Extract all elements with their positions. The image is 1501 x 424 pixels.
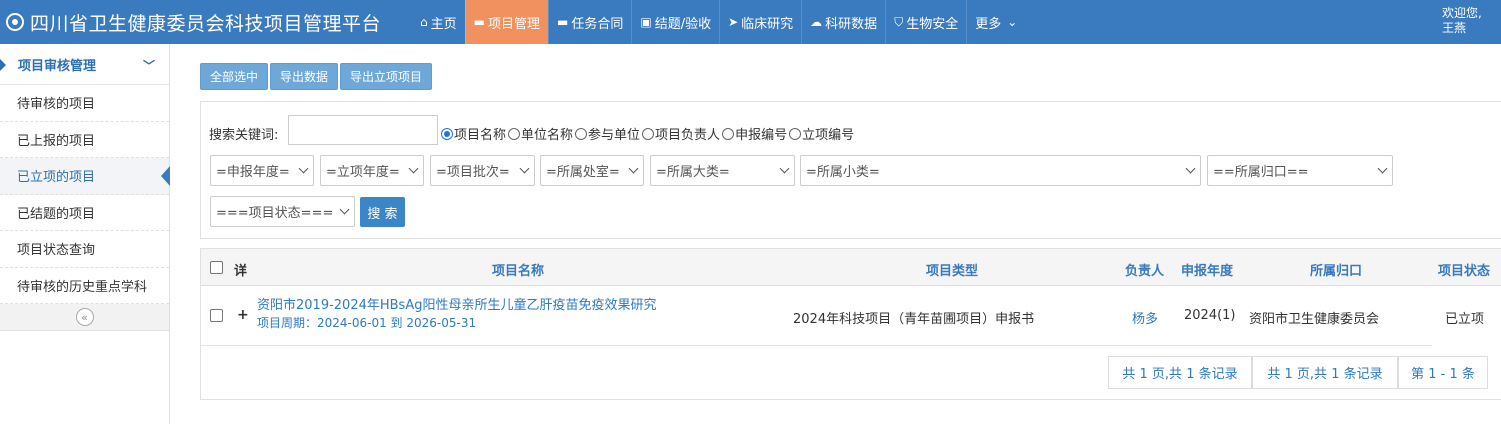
chevron-down-icon xyxy=(408,163,419,174)
col-detail: 详 xyxy=(234,264,248,279)
brand[interactable]: 四川省卫生健康委员会科技项目管理平台 xyxy=(0,0,381,44)
user-greeting: 欢迎您, xyxy=(1442,6,1482,20)
app-title: 四川省卫生健康委员会科技项目管理平台 xyxy=(30,12,382,35)
chevron-down-icon xyxy=(519,163,530,174)
folder-open-icon: ▬ xyxy=(473,15,485,29)
pagination-summary-2[interactable]: 共 1 页,共 1 条记录 xyxy=(1252,356,1398,389)
nav-biosafety[interactable]: ⛉ 生物安全 xyxy=(885,0,966,44)
affiliation-select[interactable]: ==所属归口== xyxy=(1207,155,1393,186)
affiliation: 资阳市卫生健康委员会 xyxy=(1249,312,1380,327)
row-checkbox[interactable] xyxy=(210,309,223,322)
report-year: 2024(1) xyxy=(1184,308,1236,323)
select-all-button[interactable]: 全部选中 xyxy=(200,63,269,90)
project-name-link[interactable]: 资阳市2019-2024年HBsAg阳性母亲所生儿童乙肝疫苗免疫效果研究 xyxy=(257,294,656,313)
shield-icon: ⛉ xyxy=(894,14,904,29)
nav-acceptance[interactable]: ▣ 结题/验收 xyxy=(631,0,719,44)
col-project-name[interactable]: 项目名称 xyxy=(492,260,544,279)
sidebar-collapse-bar: « xyxy=(0,304,169,331)
chevron-down-icon: ⌄ xyxy=(1007,15,1018,29)
search-input[interactable] xyxy=(288,115,438,145)
col-report-year[interactable]: 申报年度 xyxy=(1181,260,1233,279)
major-category-select[interactable]: =所属大类= xyxy=(650,155,795,186)
radio-button[interactable] xyxy=(441,127,453,140)
col-project-type[interactable]: 项目类型 xyxy=(926,260,978,279)
chevron-down-icon xyxy=(1377,163,1388,174)
search-button[interactable]: 搜 索 xyxy=(360,197,405,227)
briefcase-icon: ▣ xyxy=(640,15,652,29)
sidebar: 项目审核管理 ﹀ 待审核的项目 已上报的项目 已立项的项目 已结题的项目 项目状… xyxy=(0,44,170,424)
nav-research-data[interactable]: ☁ 科研数据 xyxy=(801,0,885,44)
minor-category-select[interactable]: =所属小类= xyxy=(800,155,1201,186)
radio-project-name[interactable]: 项目名称 xyxy=(441,124,506,143)
col-affiliation[interactable]: 所属归口 xyxy=(1310,260,1362,279)
nav-project-management[interactable]: ▬ 项目管理 xyxy=(464,0,548,44)
nav-home[interactable]: ⌂ 主页 xyxy=(412,0,465,44)
chevron-down-icon xyxy=(339,204,350,215)
nav-more[interactable]: 更多 ⌄ xyxy=(966,0,1025,44)
main-nav: ⌂ 主页 ▬ 项目管理 ▬ 任务合同 ▣ 结题/验收 ➤ 临床研究 ☁ 科研数据… xyxy=(412,0,1025,44)
table-header: 详 项目名称 项目类型 负责人 申报年度 所属归口 项目状态 xyxy=(201,249,1501,286)
sidebar-item-pending-review[interactable]: 待审核的项目 xyxy=(0,85,169,122)
project-status: 已立项 xyxy=(1445,312,1485,327)
leader-link[interactable]: 杨多 xyxy=(1132,308,1158,327)
sidebar-item-approved[interactable]: 已立项的项目 xyxy=(0,158,170,195)
home-icon: ⌂ xyxy=(420,15,428,29)
radio-unit-name[interactable]: 单位名称 xyxy=(508,124,573,143)
select-all-checkbox[interactable] xyxy=(210,261,223,274)
search-label: 搜索关键词: xyxy=(209,128,279,143)
pagination-summary-1[interactable]: 共 1 页,共 1 条记录 xyxy=(1108,356,1252,389)
chevron-down-icon xyxy=(628,163,639,174)
chevron-down-icon: ﹀ xyxy=(142,59,155,73)
radio-button[interactable] xyxy=(508,127,521,140)
top-navbar: 四川省卫生健康委员会科技项目管理平台 ⌂ 主页 ▬ 项目管理 ▬ 任务合同 ▣ … xyxy=(0,0,1501,44)
nav-clinical-research[interactable]: ➤ 临床研究 xyxy=(719,0,801,44)
col-leader[interactable]: 负责人 xyxy=(1125,260,1164,279)
action-toolbar: 全部选中 导出数据 导出立项项目 xyxy=(200,63,433,90)
radio-button[interactable] xyxy=(642,127,655,140)
folder-icon: ▬ xyxy=(557,15,569,29)
search-panel: 搜索关键词: 项目名称 单位名称 参与单位 项目负责人 申报编号 立项编号 =申… xyxy=(200,101,1501,239)
radio-approval-number[interactable]: 立项编号 xyxy=(789,124,854,143)
approval-year-select[interactable]: =立项年度= xyxy=(320,155,424,186)
cloud-icon: ☁ xyxy=(810,15,823,29)
export-data-button[interactable]: 导出数据 xyxy=(270,63,339,90)
sidebar-item-status-query[interactable]: 项目状态查询 xyxy=(0,231,169,268)
radio-button[interactable] xyxy=(789,127,802,140)
chevron-down-icon xyxy=(779,163,790,174)
caret-right-icon xyxy=(0,59,6,71)
search-field-options: 项目名称 单位名称 参与单位 项目负责人 申报编号 立项编号 xyxy=(441,124,856,143)
emblem-icon xyxy=(6,13,24,31)
radio-participant-unit[interactable]: 参与单位 xyxy=(575,124,640,143)
project-type: 2024年科技项目（青年苗圃项目）申报书 xyxy=(793,312,1035,327)
radio-button[interactable] xyxy=(575,127,588,140)
radio-report-number[interactable]: 申报编号 xyxy=(722,124,787,143)
send-icon: ➤ xyxy=(728,15,739,29)
chevron-down-icon xyxy=(1185,163,1196,174)
sidebar-item-reported[interactable]: 已上报的项目 xyxy=(0,121,169,158)
export-approved-button[interactable]: 导出立项项目 xyxy=(340,63,433,90)
status-select[interactable]: ===项目状态=== xyxy=(210,196,355,227)
radio-project-leader[interactable]: 项目负责人 xyxy=(642,124,720,143)
sidebar-item-history-disciplines[interactable]: 待审核的历史重点学科 xyxy=(0,267,169,304)
report-year-select[interactable]: =申报年度= xyxy=(210,155,314,186)
double-chevron-left-icon[interactable]: « xyxy=(75,308,94,326)
batch-select[interactable]: =项目批次= xyxy=(430,155,535,186)
user-name: 王燕 xyxy=(1442,21,1467,35)
user-menu[interactable]: 欢迎您, 王燕 xyxy=(1442,6,1482,36)
col-status[interactable]: 项目状态 xyxy=(1438,260,1490,279)
sidebar-header[interactable]: 项目审核管理 ﹀ xyxy=(0,44,169,85)
pagination-range[interactable]: 第 1 - 1 条 xyxy=(1398,356,1488,389)
office-select[interactable]: =所属处室= xyxy=(540,155,644,186)
expand-row-icon[interactable]: + xyxy=(237,307,249,323)
table-row: + 资阳市2019-2024年HBsAg阳性母亲所生儿童乙肝疫苗免疫效果研究 项… xyxy=(201,286,1484,346)
sidebar-item-concluded[interactable]: 已结题的项目 xyxy=(0,194,169,231)
radio-button[interactable] xyxy=(722,127,735,140)
nav-task-contract[interactable]: ▬ 任务合同 xyxy=(548,0,631,44)
chevron-down-icon xyxy=(298,163,309,174)
results-table: 详 项目名称 项目类型 负责人 申报年度 所属归口 项目状态 + 资阳市2019… xyxy=(200,248,1501,400)
project-period: 项目周期：2024-06-01 到 2026-05-31 xyxy=(257,316,477,330)
